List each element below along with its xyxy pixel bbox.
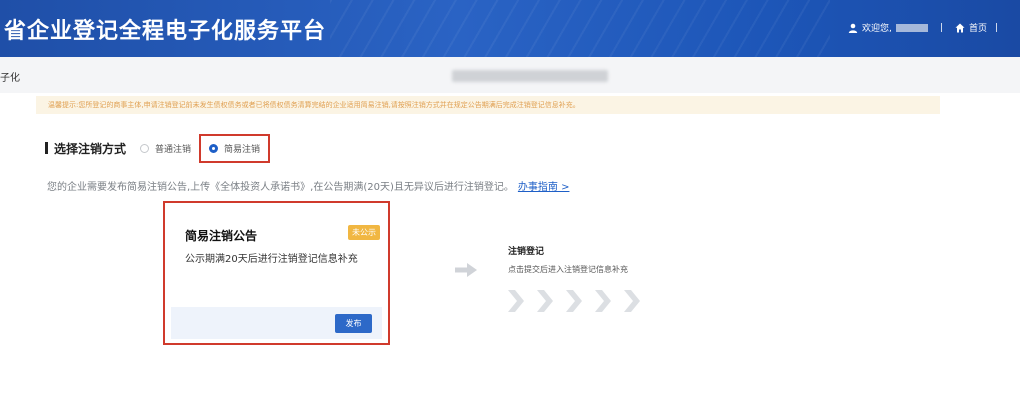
section-title: 选择注销方式 bbox=[54, 141, 127, 156]
header-user-area: 欢迎您, | 首页 | bbox=[848, 21, 1010, 34]
progress-chevrons bbox=[506, 290, 651, 312]
user-icon bbox=[848, 23, 858, 33]
status-badge: 未公示 bbox=[348, 225, 380, 240]
radio-button-checked[interactable] bbox=[209, 143, 219, 153]
masked-username bbox=[895, 23, 928, 32]
home-link[interactable]: 首页 bbox=[969, 21, 987, 34]
arrow-right-icon bbox=[455, 262, 477, 278]
step2-description: 点击提交后进入注销登记信息补充 bbox=[508, 265, 628, 274]
card-footer: 发布 bbox=[171, 307, 382, 339]
card-subtitle: 公示期满20天后进行注销登记信息补充 bbox=[185, 254, 358, 265]
step2-title: 注销登记 bbox=[508, 247, 545, 257]
card-body: 简易注销公告 未公示 公示期满20天后进行注销登记信息补充 发布 bbox=[171, 209, 382, 339]
welcome-text: 欢迎您, bbox=[862, 24, 892, 34]
sub-navigation-bar: 子化 bbox=[0, 57, 1020, 93]
section-title-bar bbox=[45, 142, 48, 154]
chevron-right-icon bbox=[506, 290, 526, 312]
notice-banner: 温馨提示:您所登记的商事主体,申请注销登记前未发生债权债务或者已将债权债务清算完… bbox=[36, 96, 940, 114]
notice-text: 温馨提示:您所登记的商事主体,申请注销登记前未发生债权债务或者已将债权债务清算完… bbox=[48, 101, 580, 109]
cancellation-method-selector: 选择注销方式 普通注销 简易注销 bbox=[45, 133, 271, 163]
platform-title: 省企业登记全程电子化服务平台 bbox=[4, 19, 327, 44]
chevron-right-icon bbox=[593, 290, 613, 312]
simple-cancellation-announcement-card: 简易注销公告 未公示 公示期满20天后进行注销登记信息补充 发布 bbox=[163, 201, 390, 345]
guide-link[interactable]: 办事指南 > bbox=[518, 182, 570, 193]
description-text: 您的企业需要发布简易注销公告,上传《全体投资人承诺书》,在公告期满(20天)且无… bbox=[47, 182, 514, 193]
chevron-right-icon bbox=[535, 290, 555, 312]
card-title: 简易注销公告 bbox=[185, 229, 258, 243]
redacted-company-name bbox=[452, 70, 608, 82]
home-icon[interactable] bbox=[955, 23, 965, 33]
publish-button[interactable]: 发布 bbox=[335, 314, 372, 333]
radio-label-normal: 普通注销 bbox=[155, 144, 192, 155]
top-header: 省企业登记全程电子化服务平台 欢迎您, | 首页 | bbox=[0, 0, 1020, 57]
chevron-right-icon bbox=[622, 290, 642, 312]
radio-button-unchecked[interactable] bbox=[140, 143, 150, 153]
subbar-left-text: 子化 bbox=[0, 73, 20, 84]
radio-label-simple: 简易注销 bbox=[224, 144, 261, 155]
method-description: 您的企业需要发布简易注销公告,上传《全体投资人承诺书》,在公告期满(20天)且无… bbox=[47, 178, 569, 193]
header-separator-right: | bbox=[994, 22, 998, 33]
header-decoration bbox=[330, 0, 830, 57]
radio-normal-cancellation[interactable]: 普通注销 bbox=[140, 142, 191, 155]
radio-simple-cancellation[interactable]: 简易注销 bbox=[199, 133, 271, 163]
chevron-right-icon bbox=[564, 290, 584, 312]
header-separator: | bbox=[939, 22, 943, 33]
